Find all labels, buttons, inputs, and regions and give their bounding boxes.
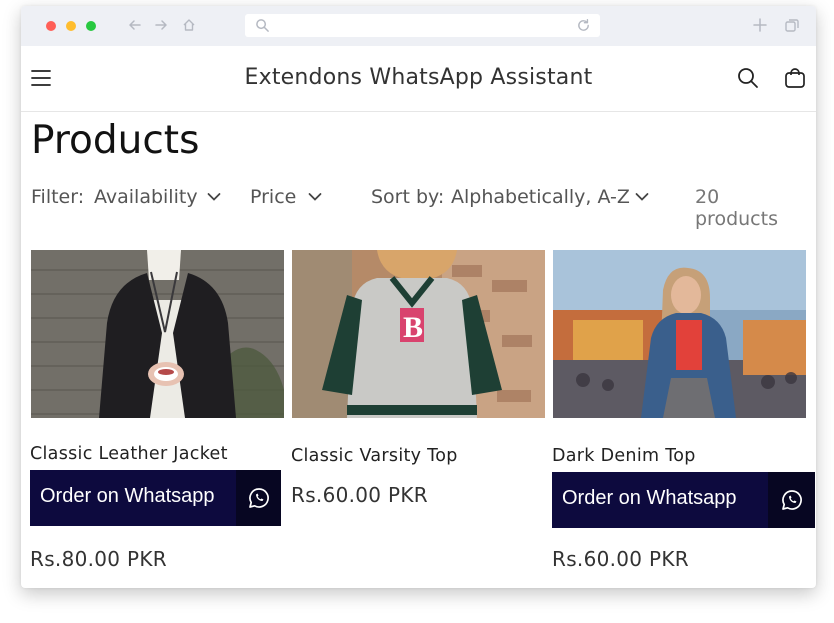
search-icon <box>256 19 269 32</box>
browser-toolbar <box>21 6 816 46</box>
order-on-whatsapp-button[interactable]: Order on Whatsapp <box>30 470 281 526</box>
minimize-dot[interactable] <box>66 21 76 31</box>
reload-icon[interactable] <box>576 18 591 33</box>
site-header: Extendons WhatsApp Assistant <box>21 46 816 112</box>
order-on-whatsapp-button[interactable]: Order on Whatsapp <box>552 472 815 528</box>
price-filter[interactable]: Price <box>250 186 296 208</box>
sort-select[interactable]: Alphabetically, A-Z <box>451 186 630 208</box>
browser-window: Extendons WhatsApp Assistant Products Fi… <box>21 6 816 588</box>
sort-label: Sort by: <box>371 186 445 208</box>
whatsapp-icon <box>249 488 269 508</box>
availability-filter[interactable]: Availability <box>94 186 198 208</box>
product-price: Rs.60.00 PKR <box>291 483 428 507</box>
back-arrow-icon[interactable] <box>127 17 143 33</box>
product-price: Rs.60.00 PKR <box>552 547 689 571</box>
address-bar[interactable] <box>245 14 600 37</box>
product-title[interactable]: Dark Denim Top <box>552 446 696 466</box>
zoom-dot[interactable] <box>86 21 96 31</box>
whatsapp-icon-box <box>768 472 815 528</box>
new-tab-plus-icon[interactable] <box>752 17 768 33</box>
home-icon[interactable] <box>181 17 197 33</box>
close-dot[interactable] <box>46 21 56 31</box>
forward-arrow-icon[interactable] <box>153 17 169 33</box>
facets-bar: Filter: Availability Price Sort by: Alph… <box>31 186 806 230</box>
chevron-down-icon[interactable] <box>635 192 649 202</box>
tabs-icon[interactable] <box>784 17 800 33</box>
order-on-whatsapp-label: Order on Whatsapp <box>40 485 215 507</box>
shopping-bag-icon[interactable] <box>784 67 806 89</box>
filter-label: Filter: <box>31 186 85 208</box>
search-icon[interactable] <box>737 67 759 89</box>
chevron-down-icon[interactable] <box>308 192 322 202</box>
product-count: 20 products <box>695 186 778 230</box>
svg-text:B: B <box>403 311 423 344</box>
order-on-whatsapp-label: Order on Whatsapp <box>562 487 737 509</box>
product-price: Rs.80.00 PKR <box>30 547 167 571</box>
whatsapp-icon-box <box>236 470 281 526</box>
whatsapp-icon <box>782 490 802 510</box>
site-title[interactable]: Extendons WhatsApp Assistant <box>21 65 816 90</box>
product-title[interactable]: Classic Varsity Top <box>291 446 458 466</box>
chevron-down-icon[interactable] <box>207 192 221 202</box>
product-title[interactable]: Classic Leather Jacket <box>30 444 228 464</box>
product-image[interactable]: B <box>292 250 545 418</box>
product-image[interactable] <box>31 250 284 418</box>
product-image[interactable] <box>553 250 806 418</box>
page-title: Products <box>31 118 200 163</box>
